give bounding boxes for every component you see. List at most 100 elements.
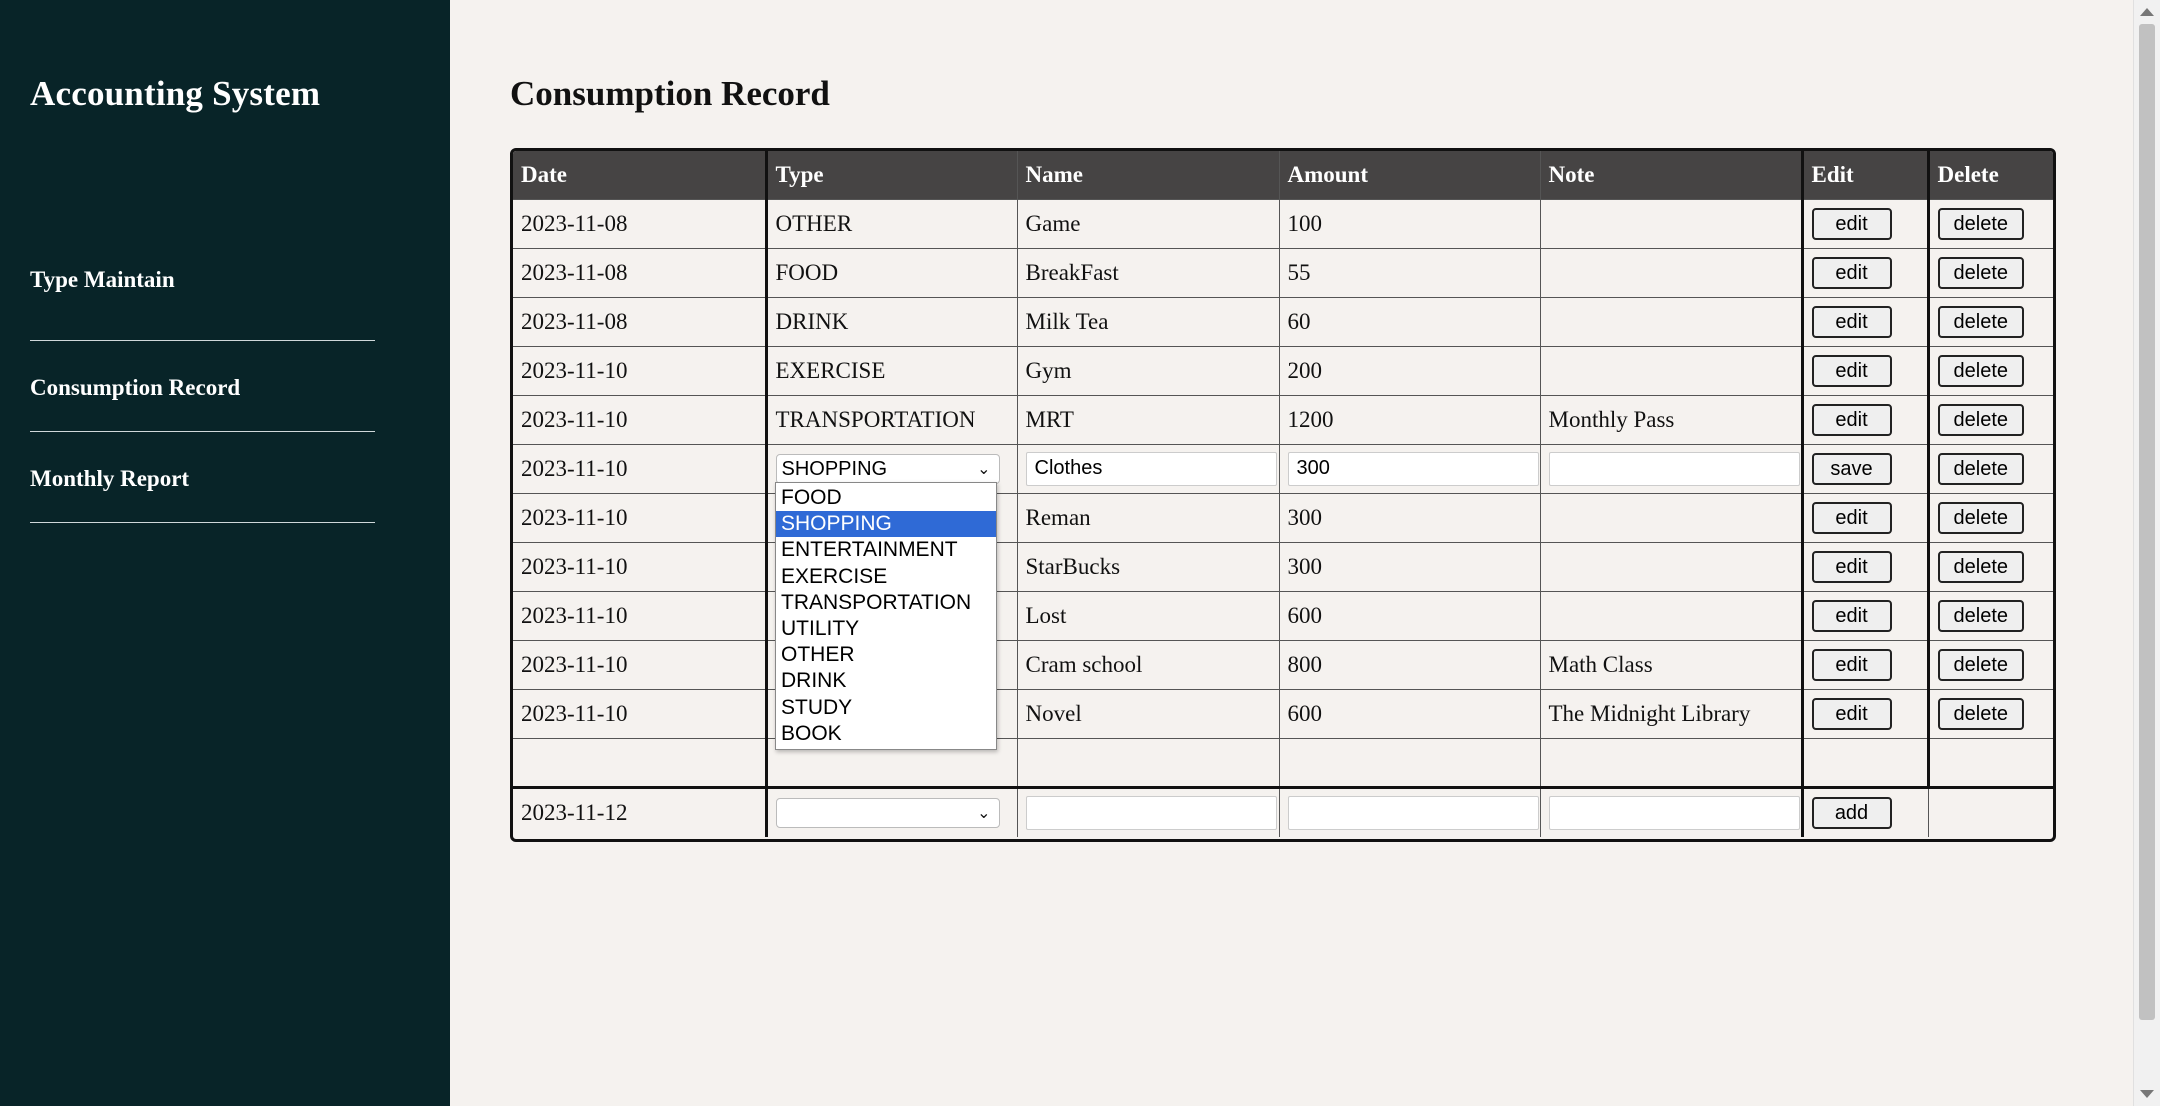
- name-input[interactable]: [1025, 451, 1277, 486]
- note-input[interactable]: [1548, 451, 1799, 486]
- delete-button[interactable]: delete: [1937, 256, 2024, 289]
- cell-delete: delete: [1927, 296, 2053, 347]
- delete-button[interactable]: delete: [1937, 599, 2024, 632]
- scrollbar-thumb[interactable]: [2139, 24, 2155, 1020]
- dropdown-option[interactable]: TRANSPORTATION: [776, 590, 996, 616]
- new-name-cell: [1016, 785, 1280, 837]
- consumption-table: Date Type Name Amount Note Edit Delete 2…: [510, 148, 2056, 842]
- dropdown-option[interactable]: OTHER: [776, 642, 996, 668]
- cell-date: 2023-11-10: [513, 394, 768, 445]
- edit-button[interactable]: edit: [1811, 354, 1892, 387]
- new-type-select[interactable]: ⌄: [775, 797, 1000, 828]
- type-dropdown-list[interactable]: FOOD SHOPPING ENTERTAINMENT EXERCISE TRANSPO…: [775, 482, 997, 750]
- dropdown-option[interactable]: STUDY: [776, 695, 996, 721]
- delete-button[interactable]: delete: [1937, 305, 2024, 338]
- cell-type: FOOD: [765, 247, 1018, 298]
- edit-button[interactable]: edit: [1811, 305, 1892, 338]
- dropdown-option[interactable]: UTILITY: [776, 616, 996, 642]
- column-header-delete: Delete: [1927, 151, 2053, 200]
- chevron-down-icon: ⌄: [977, 460, 991, 478]
- column-header-name: Name: [1016, 151, 1280, 200]
- new-record-row: 2023-11-12 ⌄ add: [513, 785, 2053, 837]
- cell-name: MRT: [1016, 394, 1280, 445]
- dropdown-option[interactable]: BOOK: [776, 721, 996, 747]
- delete-button[interactable]: delete: [1937, 354, 2024, 387]
- cell-name: Reman: [1016, 492, 1280, 543]
- amount-input[interactable]: [1287, 451, 1539, 486]
- cell-note: [1539, 198, 1804, 249]
- cell-type: OTHER: [765, 198, 1018, 249]
- table-header-row: Date Type Name Amount Note Edit Delete: [513, 151, 2053, 200]
- edit-button[interactable]: edit: [1811, 207, 1892, 240]
- edit-button[interactable]: edit: [1811, 550, 1892, 583]
- new-name-input[interactable]: [1025, 795, 1277, 830]
- cell-name: Gym: [1016, 345, 1280, 396]
- edit-button[interactable]: edit: [1811, 599, 1892, 632]
- cell-edit: edit: [1801, 688, 1930, 739]
- add-button[interactable]: add: [1811, 796, 1892, 829]
- type-select-value: SHOPPING: [781, 457, 888, 480]
- cell-date: 2023-11-08: [513, 198, 768, 249]
- cell-amount: 60: [1278, 296, 1541, 347]
- delete-button[interactable]: delete: [1937, 403, 2024, 436]
- delete-button[interactable]: delete: [1937, 697, 2024, 730]
- cell-edit: edit: [1801, 492, 1930, 543]
- sidebar-item-type-maintain[interactable]: Type Maintain: [30, 250, 375, 341]
- delete-button[interactable]: delete: [1937, 648, 2024, 681]
- dropdown-option[interactable]: SHOPPING: [776, 511, 996, 538]
- cell-amount: 200: [1278, 345, 1541, 396]
- cell-name: Milk Tea: [1016, 296, 1280, 347]
- delete-button[interactable]: delete: [1937, 452, 2024, 485]
- scroll-down-icon[interactable]: [2140, 1090, 2154, 1098]
- edit-button[interactable]: edit: [1811, 403, 1892, 436]
- delete-button[interactable]: delete: [1937, 550, 2024, 583]
- table-row: 2023-11-10 StarBucks 300 edit delete: [513, 541, 2053, 592]
- save-button[interactable]: save: [1811, 452, 1892, 485]
- cell-note: Monthly Pass: [1539, 394, 1804, 445]
- cell-amount: 300: [1278, 541, 1541, 592]
- edit-button[interactable]: edit: [1811, 256, 1892, 289]
- cell-delete: delete: [1927, 492, 2053, 543]
- column-header-type: Type: [765, 151, 1018, 200]
- cell-delete: delete: [1927, 639, 2053, 690]
- new-amount-input[interactable]: [1287, 795, 1539, 830]
- cell-edit: edit: [1801, 247, 1930, 298]
- edit-button[interactable]: edit: [1811, 697, 1892, 730]
- sidebar-item-consumption-record[interactable]: Consumption Record: [30, 341, 375, 432]
- sidebar: Accounting System Type Maintain Consumpt…: [0, 0, 450, 1106]
- cell-name: [1016, 443, 1280, 494]
- cell-amount: [1278, 443, 1541, 494]
- cell-amount: 55: [1278, 247, 1541, 298]
- new-amount-cell: [1278, 785, 1541, 837]
- type-select[interactable]: SHOPPING ⌄: [775, 453, 1000, 484]
- delete-button[interactable]: delete: [1937, 207, 2024, 240]
- dropdown-option[interactable]: EXERCISE: [776, 564, 996, 590]
- new-date: 2023-11-12: [513, 785, 768, 837]
- column-header-amount: Amount: [1278, 151, 1541, 200]
- scroll-up-icon[interactable]: [2140, 8, 2154, 16]
- new-type-cell: ⌄: [765, 785, 1018, 837]
- table-row: 2023-11-10 Reman 300 edit delete: [513, 492, 2053, 543]
- table-row: 2023-11-10 Cram school 800 Math Class edit de…: [513, 639, 2053, 690]
- dropdown-option[interactable]: FOOD: [776, 485, 996, 511]
- edit-button[interactable]: edit: [1811, 648, 1892, 681]
- sidebar-item-monthly-report[interactable]: Monthly Report: [30, 432, 375, 523]
- cell-edit: edit: [1801, 590, 1930, 641]
- cell-delete: delete: [1927, 345, 2053, 396]
- cell-date: 2023-11-10: [513, 541, 768, 592]
- page-scrollbar[interactable]: [2133, 0, 2160, 1106]
- column-header-edit: Edit: [1801, 151, 1930, 200]
- table-row: 2023-11-10 SHOPPING ⌄ save delete: [513, 443, 2053, 494]
- cell-delete: delete: [1927, 590, 2053, 641]
- dropdown-option[interactable]: ENTERTAINMENT: [776, 537, 996, 563]
- edit-button[interactable]: edit: [1811, 501, 1892, 534]
- delete-button[interactable]: delete: [1937, 501, 2024, 534]
- cell-note: [1539, 541, 1804, 592]
- cell-name: BreakFast: [1016, 247, 1280, 298]
- cell-edit: edit: [1801, 394, 1930, 445]
- cell-amount: 1200: [1278, 394, 1541, 445]
- table-row-empty: [513, 737, 2053, 789]
- new-note-input[interactable]: [1548, 795, 1799, 830]
- dropdown-option[interactable]: DRINK: [776, 668, 996, 694]
- cell-amount: 600: [1278, 590, 1541, 641]
